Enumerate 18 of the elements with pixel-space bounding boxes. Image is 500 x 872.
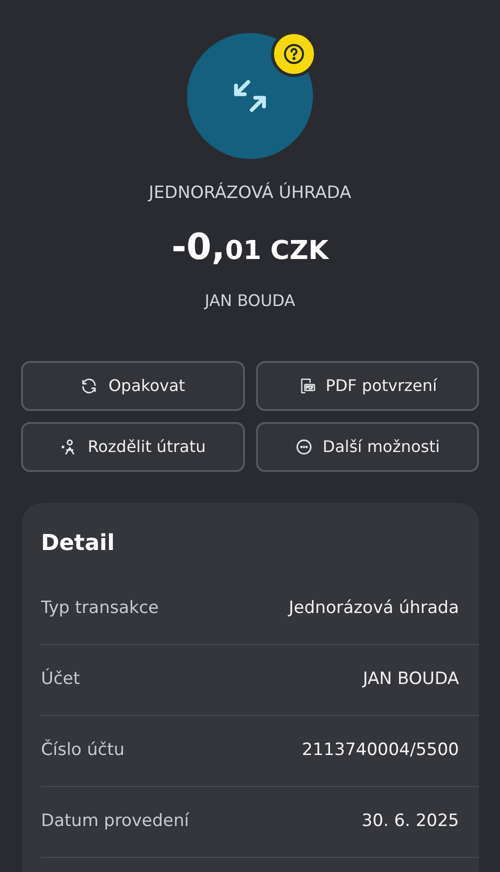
refresh-icon [80,376,98,394]
card-title: Detail [41,530,116,558]
detail-value: JAN BOUDA [362,668,459,691]
detail-label: Datum provedení [41,810,189,833]
detail-label: Účet [41,667,80,691]
detail-label: Číslo účtu [41,738,125,762]
detail-value: 30. 6. 2025 [362,810,459,833]
action-button[interactable]: Opakovat [21,360,244,410]
more-icon [294,438,313,456]
action-button[interactable]: Rozdělit útratu [21,422,244,472]
action-button[interactable]: PDF potvrzení [256,360,479,410]
transaction-type: JEDNORÁZOVÁ ÚHRADA [148,181,352,205]
action-button[interactable]: Další možnosti [256,422,479,472]
detail-value: Jednorázová úhrada [288,596,459,620]
counterparty-name: JAN BOUDA [204,290,296,312]
amount: -0,01 CZK [171,226,328,270]
detail-value: 2113740004/5500 [302,738,459,762]
detail-label: Typ transakce [41,596,159,620]
